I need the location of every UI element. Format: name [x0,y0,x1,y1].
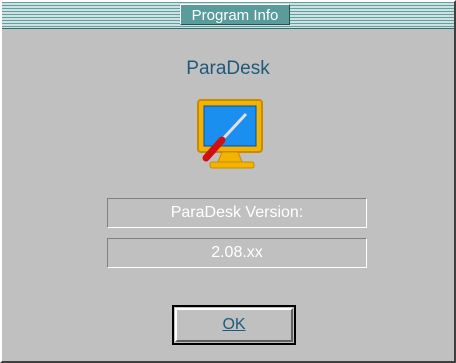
window-title: Program Info [180,4,290,25]
program-info-dialog: Program Info ParaDesk ParaDesk Version: … [0,0,456,363]
version-value: 2.08.xx [107,238,367,268]
monitor-screwdriver-icon [197,99,263,169]
app-name: ParaDesk [186,58,270,79]
version-label: ParaDesk Version: [107,198,367,228]
ok-button[interactable]: OK [172,305,296,345]
ok-button-label: OK [175,308,293,342]
title-bar[interactable]: Program Info [2,2,454,29]
